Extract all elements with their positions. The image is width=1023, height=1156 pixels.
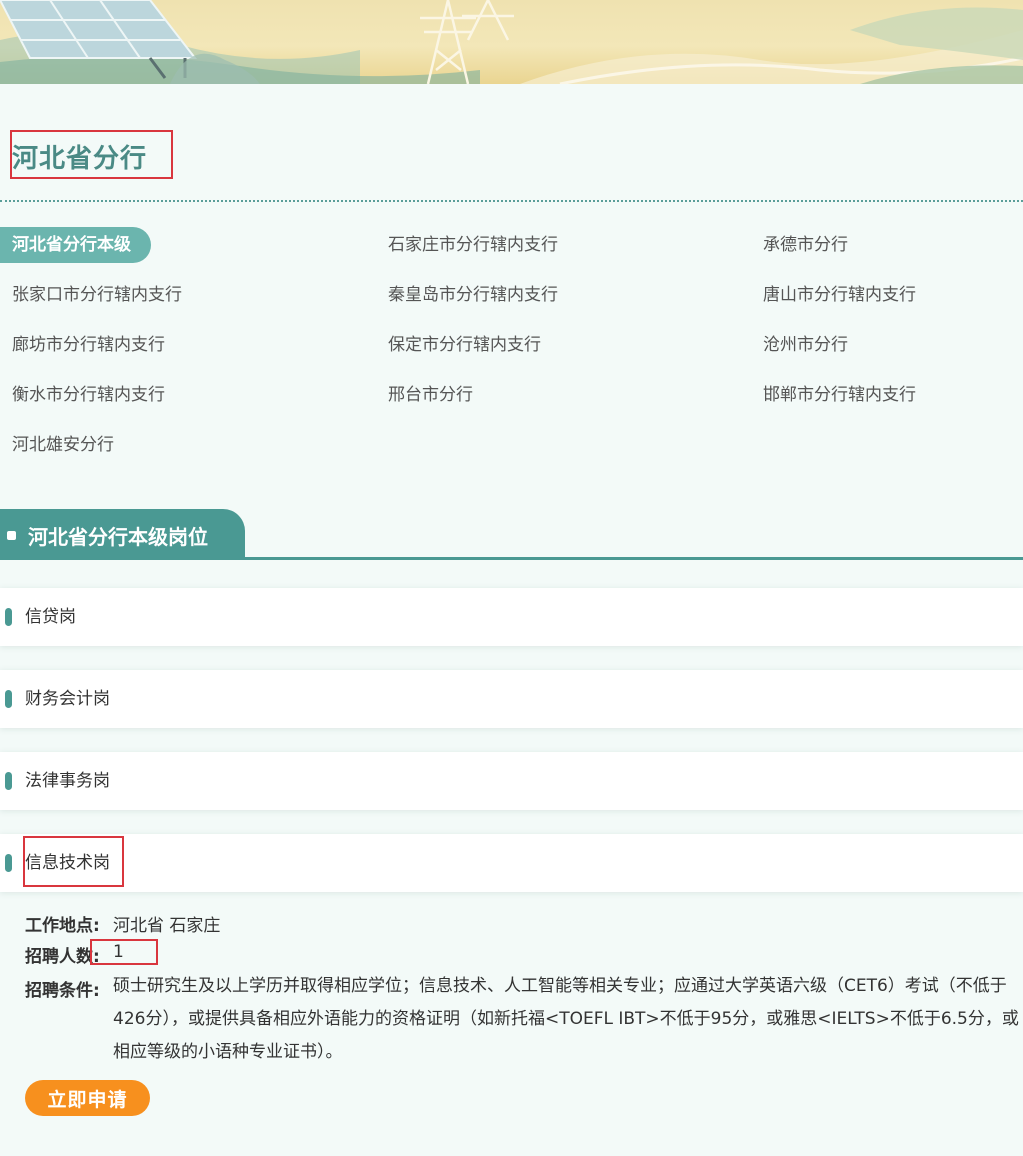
branch-item-handan[interactable]: 邯郸市分行辖内支行 <box>763 377 916 413</box>
section-title: 河北省分行本级岗位 <box>28 525 208 549</box>
power-tower-icon <box>420 0 514 84</box>
branch-item-hengshui[interactable]: 衡水市分行辖内支行 <box>12 377 165 413</box>
branch-item-xingtai[interactable]: 邢台市分行 <box>388 377 473 413</box>
requirements-line: 相应等级的小语种专业证书）。 <box>113 1042 343 1062</box>
section-underline <box>0 557 1023 560</box>
highlight-box-title <box>10 130 173 179</box>
requirements-label: 招聘条件: <box>25 981 100 1001</box>
square-bullet-icon <box>7 531 16 540</box>
branch-item-provincial[interactable]: 河北省分行本级 <box>0 227 151 263</box>
job-item-it[interactable]: 信息技术岗 <box>0 834 1023 892</box>
job-name: 法律事务岗 <box>25 771 110 791</box>
highlight-box-headcount <box>90 939 158 965</box>
job-item-finance[interactable]: 财务会计岗 <box>0 670 1023 728</box>
job-name: 财务会计岗 <box>25 689 110 709</box>
pill-bullet-icon <box>5 772 12 790</box>
divider <box>0 200 1023 202</box>
pill-bullet-icon <box>5 608 12 626</box>
apply-button[interactable]: 立即申请 <box>25 1080 150 1116</box>
branch-item-chengde[interactable]: 承德市分行 <box>763 227 848 263</box>
job-item-credit[interactable]: 信贷岗 <box>0 588 1023 646</box>
branch-item-shijiazhuang[interactable]: 石家庄市分行辖内支行 <box>388 227 558 263</box>
location-label: 工作地点: <box>25 916 100 936</box>
pill-bullet-icon <box>5 690 12 708</box>
highlight-box-job <box>23 836 124 887</box>
requirements-line: 硕士研究生及以上学历并取得相应学位；信息技术、人工智能等相关专业；应通过大学英语… <box>113 976 1007 996</box>
headcount-label: 招聘人数: <box>25 947 100 967</box>
location-value: 河北省 石家庄 <box>113 916 221 936</box>
banner-illustration <box>0 0 1023 84</box>
requirements-line: 426分），或提供具备相应外语能力的资格证明（如新托福<TOEFL IBT>不低… <box>113 1009 1019 1029</box>
job-name: 信贷岗 <box>25 607 76 627</box>
section-header: 河北省分行本级岗位 <box>0 509 245 559</box>
pill-bullet-icon <box>5 854 12 872</box>
branch-item-baoding[interactable]: 保定市分行辖内支行 <box>388 327 541 363</box>
branch-item-cangzhou[interactable]: 沧州市分行 <box>763 327 848 363</box>
branch-item-tangshan[interactable]: 唐山市分行辖内支行 <box>763 277 916 313</box>
branch-item-xiongan[interactable]: 河北雄安分行 <box>12 427 114 463</box>
branch-item-langfang[interactable]: 廊坊市分行辖内支行 <box>12 327 165 363</box>
header-banner <box>0 0 1023 84</box>
job-item-legal[interactable]: 法律事务岗 <box>0 752 1023 810</box>
branch-item-zhangjiakou[interactable]: 张家口市分行辖内支行 <box>12 277 182 313</box>
branch-item-qinhuangdao[interactable]: 秦皇岛市分行辖内支行 <box>388 277 558 313</box>
